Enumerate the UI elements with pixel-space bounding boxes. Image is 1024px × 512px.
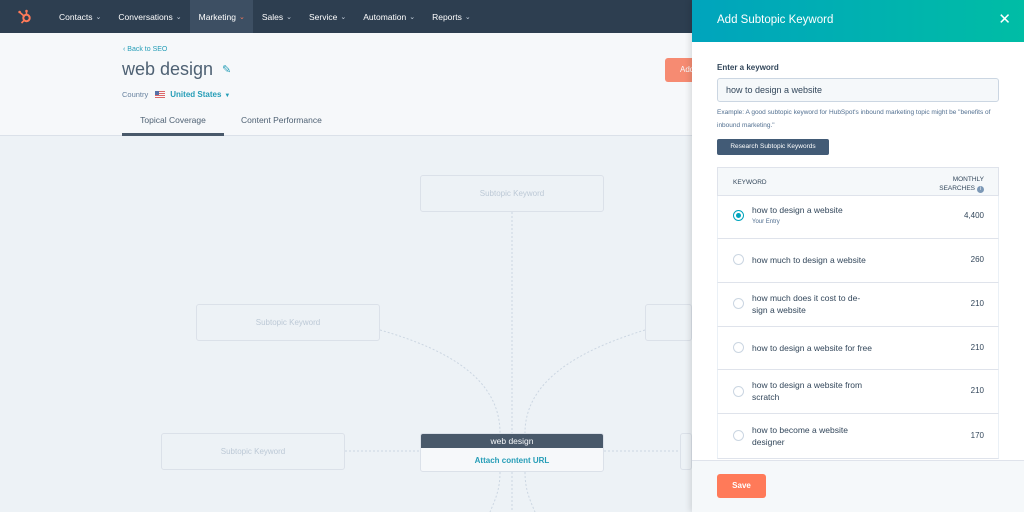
panel-header: Add Subtopic Keyword ✕ bbox=[692, 0, 1024, 42]
keyword-input-label: Enter a keyword bbox=[717, 63, 779, 72]
subtopic-placeholder: Subtopic Keyword bbox=[479, 189, 545, 198]
table-row[interactable]: how much to design a website 260 bbox=[717, 239, 999, 283]
subtopic-card-left-lower[interactable]: Subtopic Keyword bbox=[161, 433, 345, 470]
row-volume: 4,400 bbox=[963, 211, 984, 220]
info-icon[interactable]: i bbox=[977, 186, 984, 193]
subtopic-card-top[interactable]: Subtopic Keyword bbox=[420, 175, 604, 212]
row-volume: 170 bbox=[970, 431, 984, 440]
keyword-table: KEYWORD MONTHLY SEARCHES i how to design a… bbox=[717, 167, 999, 459]
row-keyword: how to design a website for free bbox=[752, 343, 873, 353]
row-volume: 210 bbox=[970, 386, 984, 395]
panel-footer: Save bbox=[692, 460, 1024, 512]
pillar-topic-card: web design Attach content URL bbox=[420, 433, 604, 472]
row-volume: 210 bbox=[970, 343, 984, 352]
table-row[interactable]: how to design a website from scratch 210 bbox=[717, 370, 999, 414]
subtopic-placeholder: Subtopic Keyword bbox=[255, 318, 321, 327]
table-row[interactable]: how much does it cost to de- sign a webs… bbox=[717, 283, 999, 327]
add-subtopic-panel: Add Subtopic Keyword ✕ Enter a keyword h… bbox=[692, 0, 1024, 512]
attach-content-url-link[interactable]: Attach content URL bbox=[421, 448, 603, 471]
row-keyword: how to design a website from scratch bbox=[752, 380, 863, 402]
column-monthly-searches-line1: MONTHLY bbox=[952, 176, 984, 183]
subtopic-card-right-lower[interactable] bbox=[680, 433, 692, 470]
column-monthly-searches: MONTHLY SEARCHES i bbox=[939, 175, 984, 193]
radio-button[interactable] bbox=[733, 386, 744, 397]
pillar-topic-title: web design bbox=[421, 434, 603, 448]
row-your-entry-label: Your Entry bbox=[752, 219, 780, 225]
radio-selected[interactable] bbox=[733, 210, 744, 221]
column-monthly-searches-line2: SEARCHES bbox=[939, 185, 975, 192]
radio-button[interactable] bbox=[733, 430, 744, 441]
row-keyword: how to become a website designer bbox=[752, 425, 848, 447]
radio-button[interactable] bbox=[733, 342, 744, 353]
row-keyword: how to design a website bbox=[752, 205, 843, 215]
panel-title: Add Subtopic Keyword bbox=[717, 14, 834, 26]
table-row[interactable]: how to design a website for free 210 bbox=[717, 327, 999, 370]
radio-button[interactable] bbox=[733, 254, 744, 265]
table-header: KEYWORD MONTHLY SEARCHES i bbox=[717, 167, 999, 196]
column-keyword: KEYWORD bbox=[733, 179, 767, 186]
subtopic-card-right-upper[interactable] bbox=[645, 304, 692, 341]
row-keyword: how much does it cost to de- sign a webs… bbox=[752, 293, 861, 315]
table-row[interactable]: how to design a website Your Entry 4,400 bbox=[717, 196, 999, 239]
row-keyword: how much to design a website bbox=[752, 255, 866, 265]
keyword-hint: Example: A good subtopic keyword for Hub… bbox=[717, 109, 991, 129]
table-row[interactable]: how to become a website designer 170 bbox=[717, 414, 999, 459]
subtopic-placeholder: Subtopic Keyword bbox=[220, 447, 286, 456]
radio-button[interactable] bbox=[733, 298, 744, 309]
row-volume: 210 bbox=[970, 299, 984, 308]
save-button[interactable]: Save bbox=[717, 474, 766, 498]
row-volume: 260 bbox=[970, 255, 984, 264]
subtopic-card-left-upper[interactable]: Subtopic Keyword bbox=[196, 304, 380, 341]
keyword-input[interactable]: how to design a website bbox=[717, 78, 999, 102]
close-icon[interactable]: ✕ bbox=[998, 10, 1011, 28]
research-subtopic-keywords-button[interactable]: Research Subtopic Keywords bbox=[717, 139, 829, 155]
